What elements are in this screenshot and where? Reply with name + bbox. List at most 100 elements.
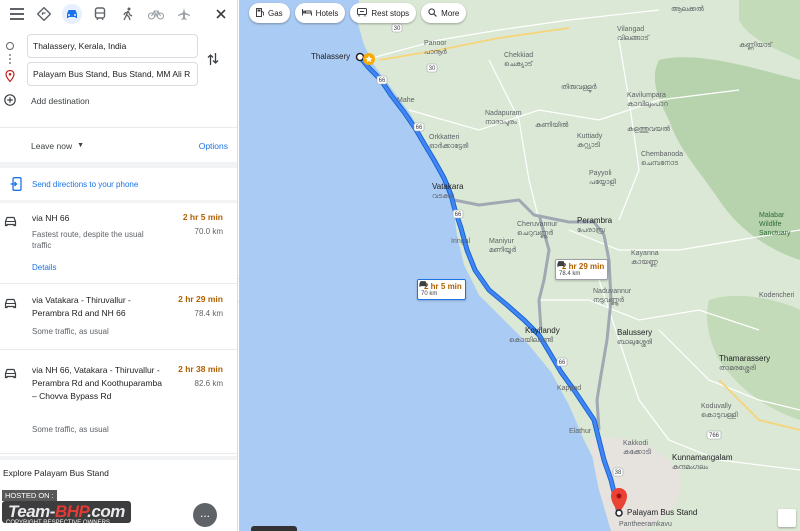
options-button[interactable]: Options [199,141,228,151]
map-canvas[interactable]: 66 66 66 66 766 30 30 38 Thalassery Pala… [239,0,800,531]
map-label[interactable]: Kakkodi [623,440,648,448]
map-label[interactable]: Orkkatteri [429,134,459,142]
caret-down-icon[interactable]: ▼ [77,142,84,149]
map-label[interactable]: Balussery [617,329,652,337]
transit-mode-icon[interactable] [90,4,110,24]
map-label[interactable]: Naduvannur [593,288,631,296]
map-label[interactable]: Koduvally [701,403,731,411]
route-details-link[interactable]: Details [32,263,56,272]
map-label: കുന്ദമംഗലം [672,464,708,471]
cycling-mode-icon[interactable] [146,4,166,24]
start-marker[interactable] [355,52,365,62]
destination-marker-dot [616,493,622,499]
map-label: നാദാപുരം [485,119,517,126]
add-circle-icon [4,94,16,108]
shield-66: 66 [416,125,423,131]
map-label: മണിയൂർ [489,247,516,254]
map-label[interactable]: Panoor [424,40,447,48]
map-label[interactable]: Perambra [577,217,612,225]
chip-label: More [441,8,460,18]
shield-766: 766 [709,433,720,439]
map-label[interactable]: Koyilandy [525,327,560,335]
map-label[interactable]: Kappad [557,385,581,393]
chip-rest-stops[interactable]: Rest stops [350,3,417,23]
map-label: ചെക്യാട് [504,61,533,68]
map-label: നടുവണ്ണൂർ [593,297,624,304]
map-label[interactable]: Thamarassery [719,355,770,363]
map-label: കുളത്തുവയൽ [627,126,670,133]
rest-stop-icon [357,7,368,19]
map-label[interactable]: Kuttiady [577,133,602,141]
watermark-brand-b: BHP [54,502,88,521]
route-option-3[interactable]: via NH 66, Vatakara - Thiruvallur - Pera… [0,362,237,454]
map-label: പയ്യോളി [589,179,616,186]
map-label: കണ്ണിയാട് [739,42,772,49]
chip-gas[interactable]: Gas [249,3,290,23]
shield-30: 30 [429,66,436,72]
leave-now-select[interactable]: Leave now [31,141,72,151]
origin-input[interactable]: Thalassery, Kerala, India [27,34,198,58]
menu-icon[interactable] [6,3,28,25]
map-label[interactable]: Vilangad [617,26,644,34]
map-label[interactable]: Chembanoda [641,151,683,159]
map-label[interactable]: Elathur [569,428,591,436]
send-to-phone-label: Send directions to your phone [32,179,139,189]
best-route-icon[interactable] [34,4,54,24]
map-label-start[interactable]: Thalassery [311,53,350,61]
callout-time: 2 hr 29 min [562,262,605,271]
map-label[interactable]: Chekkiad [504,52,533,60]
route-time: 2 hr 5 min [182,212,223,222]
more-options-button[interactable]: ... [193,503,217,527]
map-label[interactable]: Mahe [397,97,415,105]
route-distance: 78.4 km [194,309,223,318]
street-view-pegman-icon[interactable] [778,509,796,527]
send-to-phone-link[interactable]: Send directions to your phone [0,172,237,196]
flight-mode-icon[interactable] [174,4,194,24]
map-label[interactable]: Vatakara [432,183,463,191]
map-label: ചെറുവണ്ണൂർ [517,230,554,237]
map-category-chips: Gas Hotels Rest stops More [249,3,467,23]
route-title: via NH 66, Vatakara - Thiruvallur - Pera… [32,365,162,401]
add-destination-label: Add destination [31,96,90,106]
route-option-2[interactable]: via Vatakara - Thiruvallur - Perambra Rd… [0,292,237,350]
map-label[interactable]: Maniyur [489,238,514,246]
gas-station-icon [256,7,264,19]
map-label: കുണിയിൽ [535,122,569,129]
route-callout-fastest[interactable]: 2 hr 5 min 70 km [417,279,466,300]
map-label[interactable]: Pantheeramkavu [619,521,672,529]
map-label[interactable]: Kayanna [631,250,659,258]
route-inputs: Thalassery, Kerala, India Palayam Bus St… [0,28,237,122]
map-label[interactable]: Kodencheri [759,292,794,300]
map-label: ചെമ്പനോട [641,160,679,167]
map-label[interactable]: Payyoli [589,170,612,178]
map-label[interactable]: Cheruvannur [517,221,557,229]
close-icon[interactable] [211,4,231,24]
watermark-hosted-on: HOSTED ON : [2,490,57,501]
add-destination-button[interactable]: Add destination [4,94,90,108]
destination-input[interactable]: Palayam Bus Stand, Bus Stand, MM Ali R [27,62,198,86]
map-label[interactable]: Nadapuram [485,110,522,118]
map-label: വടകര [432,193,454,200]
divider [0,200,237,203]
route-callout-alternate[interactable]: 2 hr 29 min 78.4 km [555,259,609,280]
driving-mode-icon[interactable] [62,4,82,24]
map-label: വിലങ്ങാട് [617,35,649,42]
swap-icon[interactable] [207,52,219,71]
map-label[interactable]: Iringal [451,238,470,246]
map-label[interactable]: Kunnamangalam [672,454,732,462]
watermark-brand-a: Team- [8,502,55,521]
map-label: Wildlife [759,221,782,228]
chip-more[interactable]: More [421,3,467,23]
explore-heading: Explore Palayam Bus Stand [3,468,109,478]
route-option-1[interactable]: via NH 66 2 hr 5 min 70.0 km Fastest rou… [0,210,237,284]
map-label-end[interactable]: Palayam Bus Stand [627,509,697,517]
map-label[interactable]: Malabar [759,212,784,220]
chip-label: Rest stops [371,8,410,18]
chip-hotels[interactable]: Hotels [294,3,346,23]
route-note: Fastest route, despite the usual traffic [32,230,144,250]
map-label: കാവിലുംപാറ [627,101,668,108]
map-label[interactable]: Kavilumpara [627,92,666,100]
car-icon [4,296,17,314]
walking-mode-icon[interactable] [118,4,138,24]
route-dots-icon [9,54,11,64]
